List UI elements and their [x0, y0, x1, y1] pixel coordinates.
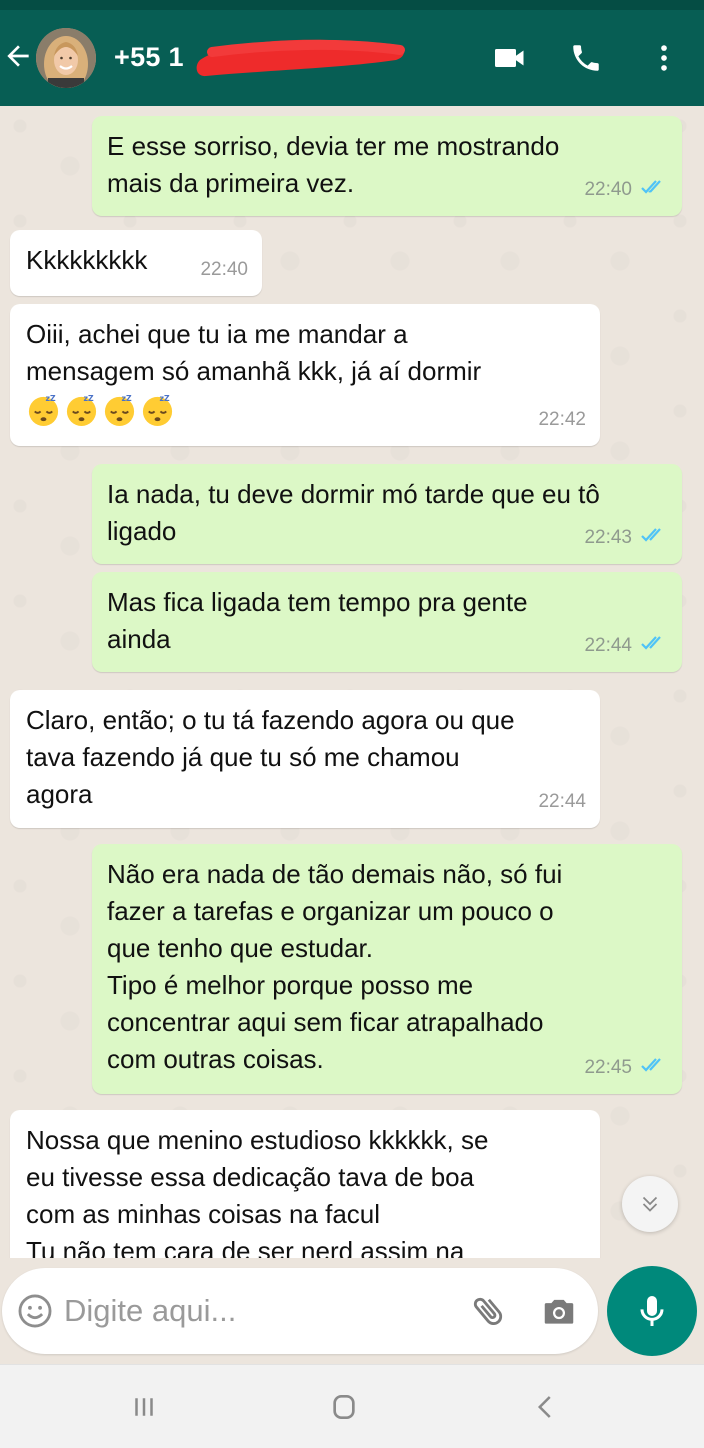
message-bubble-incoming[interactable]: Oiii, achei que tu ia me mandar a mensag… — [10, 304, 600, 446]
more-vert-icon[interactable] — [642, 36, 686, 80]
status-bar — [0, 0, 704, 10]
message-text: Não era nada de tão demais não, só fui f… — [107, 859, 563, 1074]
sleeping-face-icon: zZ — [104, 394, 135, 427]
phone-icon[interactable] — [564, 36, 608, 80]
message-time: 22:40 — [200, 259, 248, 280]
message-meta: 22:43 — [584, 519, 668, 556]
arrow-back-icon[interactable] — [2, 40, 34, 72]
message-time: 22:44 — [584, 635, 632, 656]
message-meta: 22:44 — [538, 783, 586, 820]
contact-name[interactable]: +55 1 — [114, 42, 184, 73]
microphone-icon — [640, 1296, 664, 1326]
chevron-double-down-icon — [642, 1196, 658, 1212]
contact-avatar[interactable] — [36, 28, 96, 88]
videocam-icon[interactable] — [488, 36, 532, 80]
message-bubble-incoming[interactable]: Claro, então; o tu tá fazendo agora ou q… — [10, 690, 600, 828]
message-time: 22:42 — [538, 409, 586, 430]
message-text: Ia nada, tu deve dormir mó tarde que eu … — [107, 479, 600, 546]
read-ticks-icon — [640, 519, 668, 556]
message-meta: 22:44 — [584, 627, 668, 664]
back-icon[interactable] — [526, 1389, 566, 1425]
camera-icon[interactable] — [540, 1292, 578, 1330]
message-bubble-incoming[interactable]: Nossa que menino estudioso kkkkkk, se eu… — [10, 1110, 600, 1258]
scroll-to-bottom-button[interactable] — [622, 1176, 678, 1232]
recent-apps-icon[interactable] — [124, 1389, 164, 1425]
system-nav-bar — [0, 1364, 704, 1448]
composer-bar: Digite aqui... — [0, 1258, 704, 1364]
svg-text:zZ: zZ — [45, 394, 56, 403]
message-bubble-outgoing[interactable]: Mas fica ligada tem tempo pra gente aind… — [92, 572, 682, 672]
svg-text:zZ: zZ — [121, 394, 132, 403]
message-text: Oiii, achei que tu ia me mandar a mensag… — [26, 319, 482, 386]
message-meta: 22:40 — [200, 251, 248, 288]
smiley-icon[interactable] — [16, 1292, 54, 1330]
message-bubble-outgoing[interactable]: Não era nada de tão demais não, só fui f… — [92, 844, 682, 1094]
microphone-button[interactable] — [607, 1266, 697, 1356]
sleeping-face-icon: zZ — [28, 394, 59, 427]
message-list[interactable]: E esse sorriso, devia ter me mostrando m… — [0, 106, 704, 1258]
message-time: 22:44 — [538, 791, 586, 812]
message-time: 22:40 — [584, 179, 632, 200]
sleeping-face-icon: zZ — [142, 394, 173, 427]
message-meta: 22:40 — [584, 171, 668, 208]
message-text: Nossa que menino estudioso kkkkkk, se eu… — [26, 1125, 489, 1258]
read-ticks-icon — [640, 171, 668, 208]
message-meta: 22:42 — [538, 401, 586, 438]
message-text: Mas fica ligada tem tempo pra gente aind… — [107, 587, 528, 654]
message-time: 22:45 — [584, 1057, 632, 1078]
read-ticks-icon — [640, 627, 668, 664]
message-text: Claro, então; o tu tá fazendo agora ou q… — [26, 705, 515, 809]
message-bubble-incoming[interactable]: Kkkkkkkkk 22:40 — [10, 230, 262, 296]
message-meta: 22:45 — [584, 1049, 668, 1086]
chat-header: +55 1 — [0, 10, 704, 106]
svg-text:zZ: zZ — [83, 394, 94, 403]
paperclip-icon[interactable] — [470, 1292, 508, 1330]
message-text: E esse sorriso, devia ter me mostrando m… — [107, 131, 560, 198]
sleeping-face-icon: zZ — [66, 394, 97, 427]
read-ticks-icon — [640, 1049, 668, 1086]
message-bubble-outgoing[interactable]: Ia nada, tu deve dormir mó tarde que eu … — [92, 464, 682, 564]
svg-text:zZ: zZ — [159, 394, 170, 403]
home-icon[interactable] — [324, 1389, 364, 1425]
message-input[interactable]: Digite aqui... — [2, 1268, 598, 1354]
message-placeholder: Digite aqui... — [64, 1293, 237, 1328]
redaction-scribble — [192, 30, 412, 86]
message-bubble-outgoing[interactable]: E esse sorriso, devia ter me mostrando m… — [92, 116, 682, 216]
emoji-row: zZ zZ zZ zZ — [26, 392, 584, 427]
message-time: 22:43 — [584, 527, 632, 548]
